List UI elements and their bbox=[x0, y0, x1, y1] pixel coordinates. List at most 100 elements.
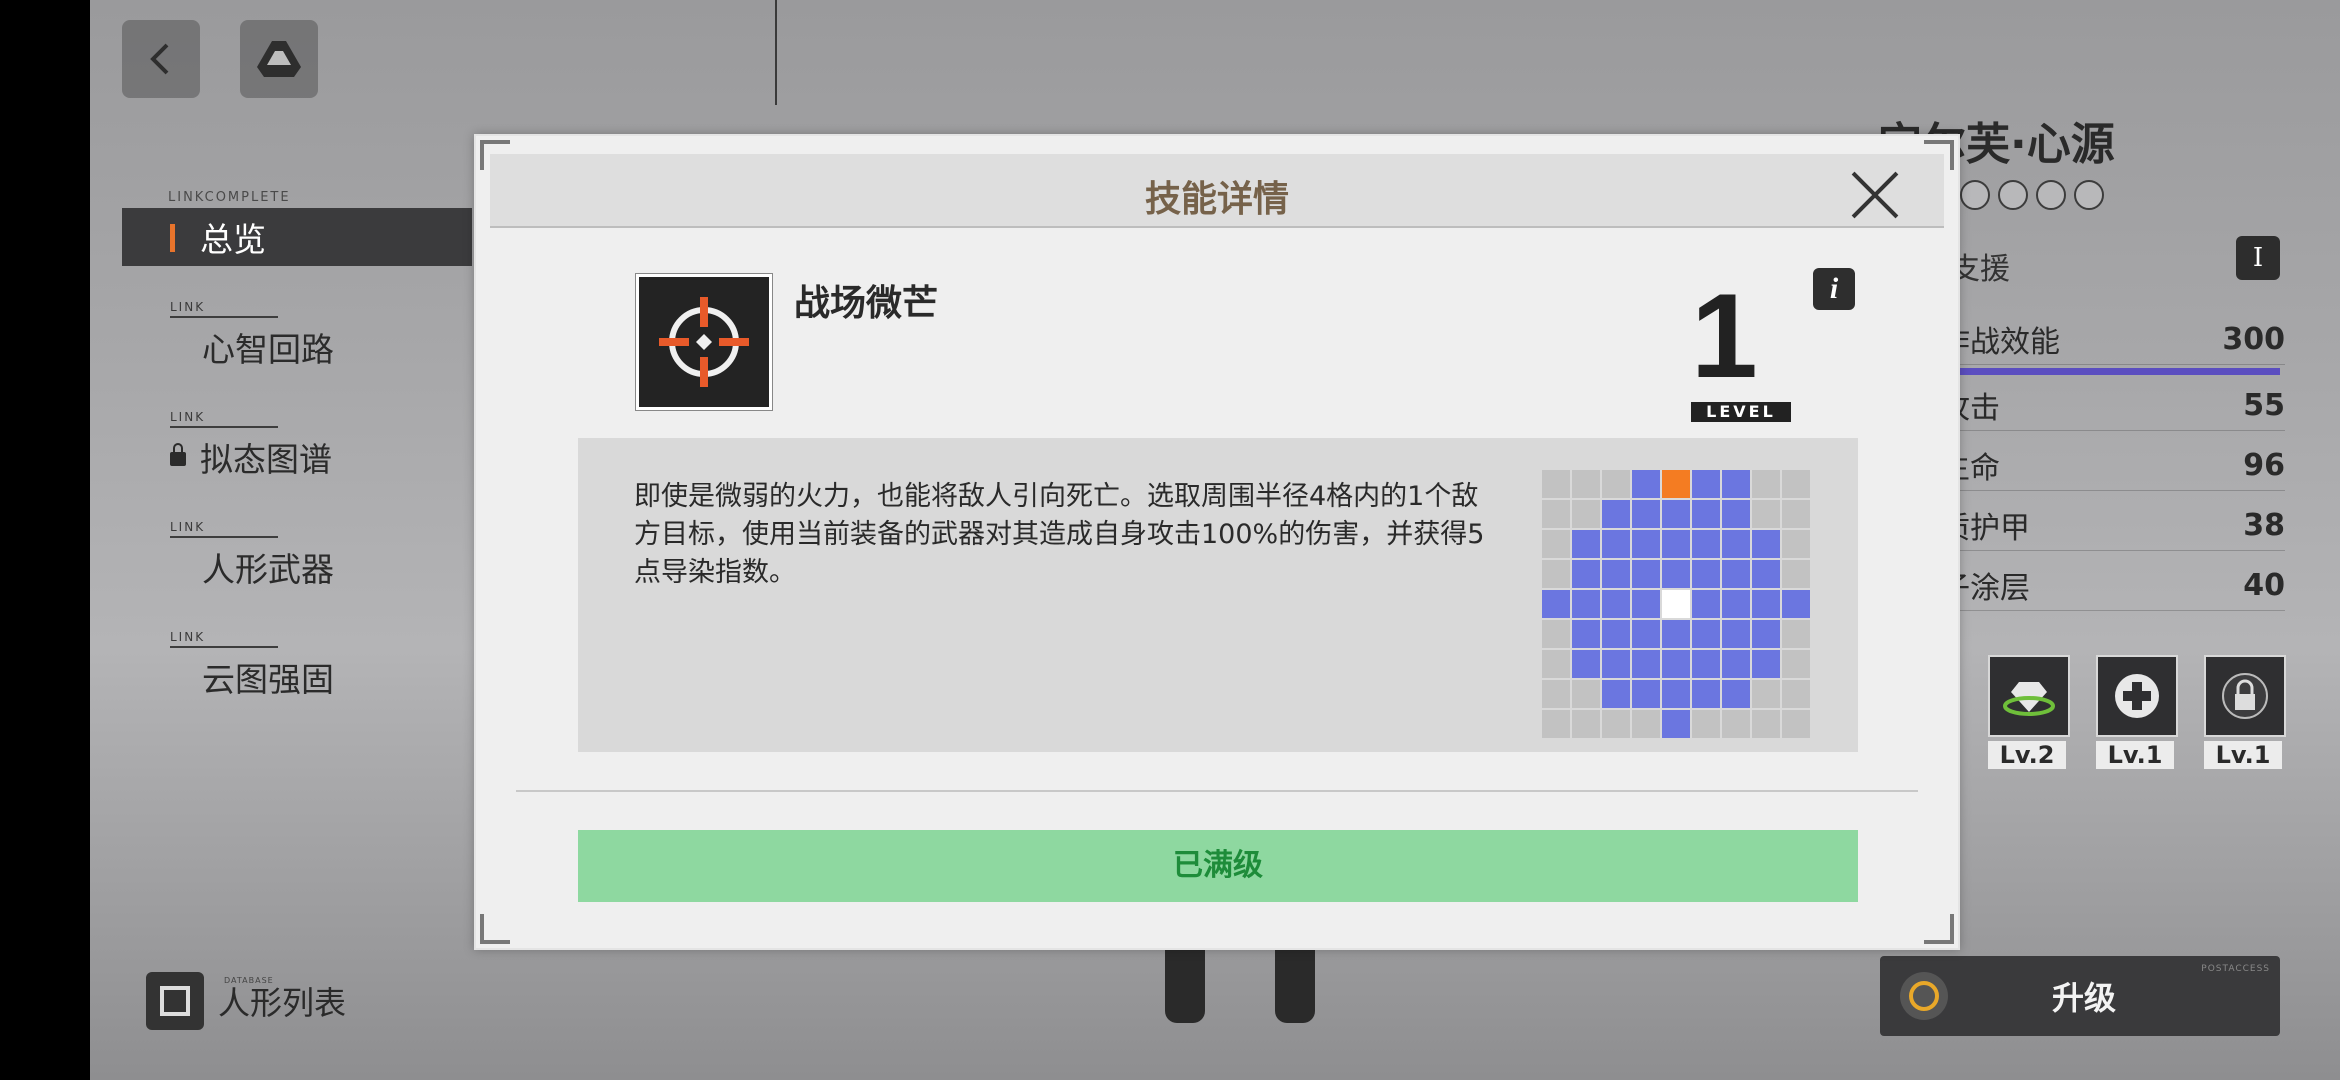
range-cell-active bbox=[1602, 650, 1630, 678]
divider bbox=[516, 790, 1918, 792]
range-cell bbox=[1752, 470, 1780, 498]
heal-plus-icon bbox=[2096, 655, 2178, 737]
range-cell-active bbox=[1662, 650, 1690, 678]
nav-header: LINKCOMPLETE bbox=[168, 190, 291, 205]
range-cell bbox=[1782, 650, 1810, 678]
range-cell-active bbox=[1722, 560, 1750, 588]
range-cell bbox=[1542, 620, 1570, 648]
range-cell-active bbox=[1662, 560, 1690, 588]
scene-line bbox=[775, 0, 777, 105]
range-cell-active bbox=[1632, 500, 1660, 528]
range-cell-active bbox=[1692, 470, 1720, 498]
drive-icon bbox=[257, 41, 301, 77]
stat-row: 子涂层 40 bbox=[1940, 560, 2285, 611]
range-cell bbox=[1572, 500, 1600, 528]
range-cell-active bbox=[1752, 590, 1780, 618]
range-cell-self bbox=[1662, 590, 1690, 618]
dialog-header: 技能详情 bbox=[490, 154, 1944, 228]
range-cell bbox=[1692, 710, 1720, 738]
stat-value: 40 bbox=[2243, 567, 2285, 603]
lock-icon bbox=[2204, 655, 2286, 737]
nav-item-label: 云图强固 bbox=[202, 660, 334, 699]
range-cell bbox=[1722, 710, 1750, 738]
stat-value: 55 bbox=[2243, 387, 2285, 423]
character-list-button[interactable]: DATABASE 人形列表 bbox=[146, 972, 346, 1030]
range-cell-active bbox=[1602, 500, 1630, 528]
upgrade-icon bbox=[1900, 972, 1948, 1020]
range-cell bbox=[1572, 470, 1600, 498]
nav-item-label: 拟态图谱 bbox=[200, 440, 332, 479]
nav-item-mimicry-map[interactable]: 拟态图谱 bbox=[122, 428, 472, 486]
nav-item-mind-circuit[interactable]: 心智回路 bbox=[122, 318, 472, 376]
nav-item-overview[interactable]: 总览 bbox=[122, 208, 472, 266]
range-cell-active bbox=[1722, 650, 1750, 678]
back-button[interactable] bbox=[122, 20, 200, 98]
range-cell bbox=[1602, 470, 1630, 498]
range-cell-active bbox=[1752, 620, 1780, 648]
range-cell bbox=[1542, 710, 1570, 738]
skill-name: 战场微芒 bbox=[794, 283, 939, 324]
crosshair-icon bbox=[636, 274, 772, 410]
upgrade-label: 升级 bbox=[2051, 979, 2116, 1017]
stat-row: 攻击 55 bbox=[1940, 380, 2285, 431]
skill-slot[interactable]: Lv.1 bbox=[2204, 655, 2286, 769]
range-cell-target bbox=[1662, 470, 1690, 498]
nav-item-label: 总览 bbox=[200, 220, 266, 259]
drive-button[interactable] bbox=[240, 20, 318, 98]
upgrade-button[interactable]: POSTACCESS 升级 bbox=[1880, 956, 2280, 1036]
nav-item-label: 人形武器 bbox=[202, 550, 334, 589]
range-cell bbox=[1602, 710, 1630, 738]
range-cell bbox=[1542, 650, 1570, 678]
range-cell-active bbox=[1722, 620, 1750, 648]
range-cell-active bbox=[1692, 500, 1720, 528]
close-icon[interactable] bbox=[1848, 168, 1902, 222]
nav-item-weapon[interactable]: 人形武器 bbox=[122, 538, 472, 596]
range-grid bbox=[1542, 470, 1812, 740]
role-badge: I bbox=[2236, 236, 2280, 280]
range-cell-active bbox=[1752, 650, 1780, 678]
range-cell-active bbox=[1662, 620, 1690, 648]
nav-item-label: 心智回路 bbox=[202, 330, 334, 369]
range-cell-active bbox=[1632, 590, 1660, 618]
range-cell-active bbox=[1602, 680, 1630, 708]
range-cell-active bbox=[1632, 530, 1660, 558]
range-cell-active bbox=[1572, 590, 1600, 618]
nav-tag: LINK bbox=[170, 410, 206, 424]
skill-level: Lv.1 bbox=[2204, 741, 2282, 769]
power-bar bbox=[1940, 368, 2280, 375]
range-cell-active bbox=[1602, 530, 1630, 558]
info-icon[interactable]: i bbox=[1813, 268, 1855, 310]
list-tag: DATABASE bbox=[224, 976, 274, 985]
range-cell bbox=[1782, 530, 1810, 558]
nav-tag: LINK bbox=[170, 630, 206, 644]
range-cell-active bbox=[1572, 650, 1600, 678]
range-cell bbox=[1542, 470, 1570, 498]
nav-item-cloud-reinforce[interactable]: 云图强固 bbox=[122, 648, 472, 706]
skill-description: 即使是微弱的火力，也能将敌人引向死亡。选取周围半径4格内的1个敌方目标，使用当前… bbox=[634, 481, 1485, 588]
range-cell bbox=[1542, 680, 1570, 708]
corner-decoration bbox=[480, 914, 510, 944]
skill-slot[interactable]: Lv.1 bbox=[2096, 655, 2178, 769]
range-cell bbox=[1572, 710, 1600, 738]
range-cell-active bbox=[1722, 500, 1750, 528]
range-cell bbox=[1782, 500, 1810, 528]
dialog-title: 技能详情 bbox=[1144, 179, 1289, 220]
rank-dots bbox=[1960, 180, 2104, 210]
range-cell-active bbox=[1722, 530, 1750, 558]
range-cell-active bbox=[1692, 650, 1720, 678]
range-cell-active bbox=[1692, 620, 1720, 648]
range-cell-active bbox=[1662, 500, 1690, 528]
stat-row: 生命 96 bbox=[1940, 440, 2285, 491]
skill-slot[interactable]: Lv.2 bbox=[1988, 655, 2070, 769]
skill-level: Lv.1 bbox=[2096, 741, 2174, 769]
character-model bbox=[1165, 945, 1325, 1080]
stat-value: 300 bbox=[2222, 321, 2285, 357]
range-cell-active bbox=[1632, 560, 1660, 588]
range-cell bbox=[1572, 680, 1600, 708]
upgrade-tag: POSTACCESS bbox=[2201, 964, 2270, 974]
range-cell-active bbox=[1692, 560, 1720, 588]
stat-row: 质护甲 38 bbox=[1940, 500, 2285, 551]
range-cell bbox=[1752, 710, 1780, 738]
range-cell-active bbox=[1572, 620, 1600, 648]
range-cell-active bbox=[1752, 530, 1780, 558]
